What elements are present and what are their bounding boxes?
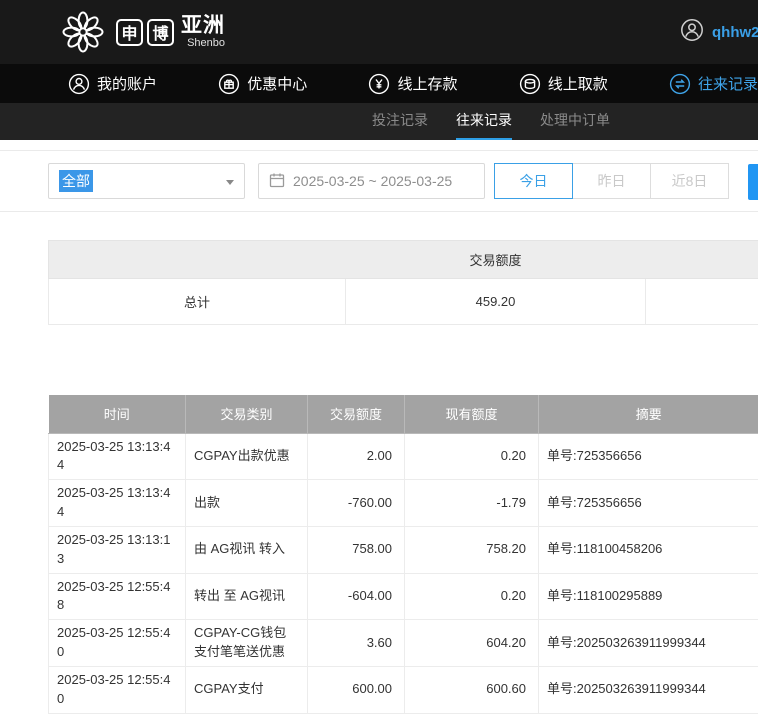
nav-item-deposit[interactable]: 线上存款: [368, 73, 457, 95]
tab-betting-records[interactable]: 投注记录: [372, 103, 428, 140]
main-nav: 我的账户 优惠中心 线上存款 线上取款: [0, 64, 758, 103]
summary-total-label: 总计: [49, 279, 346, 325]
date-range-value: 2025-03-25 ~ 2025-03-25: [293, 173, 452, 189]
nav-label: 优惠中心: [247, 73, 307, 94]
table-row: 2025-03-25 13:13:44 CGPAY出款优惠 2.00 0.20 …: [49, 433, 758, 480]
gift-icon: [218, 73, 240, 95]
cell-balance: 604.20: [405, 620, 539, 667]
col-header-amount: 交易额度: [308, 395, 405, 433]
col-header-balance: 现有额度: [405, 395, 539, 433]
cell-note: 单号:118100458206: [539, 526, 758, 573]
cell-balance: 0.20: [405, 433, 539, 480]
cell-time: 2025-03-25 13:13:44: [49, 433, 186, 480]
withdraw-icon: [519, 73, 541, 95]
avatar-icon: [680, 18, 704, 47]
user-icon: [68, 73, 90, 95]
nav-label: 线上取款: [548, 73, 608, 94]
nav-item-promotions[interactable]: 优惠中心: [218, 73, 307, 95]
cell-type: 出款: [186, 480, 308, 527]
table-row: 2025-03-25 13:13:44 出款 -760.00 -1.79 单号:…: [49, 480, 758, 527]
brand-region-en: Shenbo: [181, 38, 225, 49]
table-row: 2025-03-25 12:55:48 转出 至 AG视讯 -604.00 0.…: [49, 573, 758, 620]
cell-balance: 600.60: [405, 666, 539, 713]
cell-amount: 2.00: [308, 433, 405, 480]
cell-time: 2025-03-25 12:55:48: [49, 573, 186, 620]
col-header-type: 交易类别: [186, 395, 308, 433]
cell-note: 单号:725356656: [539, 480, 758, 527]
table-row: 2025-03-25 12:55:40 CGPAY支付 600.00 600.6…: [49, 666, 758, 713]
cell-balance: 0.20: [405, 573, 539, 620]
brand-char-1: 申: [116, 19, 143, 46]
username[interactable]: qhhw2: [712, 24, 758, 41]
summary-row: 总计 459.20: [49, 279, 758, 325]
deposit-icon: [368, 73, 390, 95]
cell-note: 单号:202503263911999344: [539, 620, 758, 667]
tab-pending-orders[interactable]: 处理中订单: [540, 103, 610, 140]
col-header-note: 摘要: [539, 395, 758, 433]
date-range-input[interactable]: 2025-03-25 ~ 2025-03-25: [258, 163, 485, 199]
nav-label: 我的账户: [97, 73, 157, 94]
nav-label: 往来记录: [698, 73, 758, 94]
quick-date-buttons: 今日 昨日 近8日: [494, 163, 729, 199]
calendar-icon: [269, 172, 285, 191]
nav-item-my-account[interactable]: 我的账户: [68, 73, 157, 95]
cell-amount: -604.00: [308, 573, 405, 620]
cell-balance: -1.79: [405, 480, 539, 527]
cell-note: 单号:202503263911999344: [539, 666, 758, 713]
cell-type: 由 AG视讯 转入: [186, 526, 308, 573]
records-table: 时间 交易类别 交易额度 现有额度 摘要 2025-03-25 13:13:44…: [48, 395, 758, 714]
summary-table: 交易额度 总计 459.20: [48, 240, 758, 325]
flower-logo-icon: [60, 9, 106, 55]
nav-item-transaction-records[interactable]: 往来记录: [669, 73, 758, 95]
cell-balance: 758.20: [405, 526, 539, 573]
cell-time: 2025-03-25 13:13:44: [49, 480, 186, 527]
brand-logo[interactable]: 申 博 亚洲 Shenbo: [60, 9, 225, 55]
records-icon: [669, 73, 691, 95]
today-button[interactable]: 今日: [494, 163, 573, 199]
user-area[interactable]: qhhw2: [680, 0, 758, 64]
nav-label: 线上存款: [397, 73, 457, 94]
yesterday-button[interactable]: 昨日: [572, 163, 651, 199]
cell-type: CGPAY支付: [186, 666, 308, 713]
table-row: 2025-03-25 13:13:13 由 AG视讯 转入 758.00 758…: [49, 526, 758, 573]
subnav-bar: 投注记录 往来记录 处理中订单: [0, 103, 758, 140]
cell-time: 2025-03-25 13:13:13: [49, 526, 186, 573]
records-header-row: 时间 交易类别 交易额度 现有额度 摘要: [49, 395, 758, 433]
summary-total-value: 459.20: [346, 279, 646, 325]
table-row: 2025-03-25 12:55:40 CGPAY-CG钱包支付笔笔送优惠 3.…: [49, 620, 758, 667]
cell-note: 单号:725356656: [539, 433, 758, 480]
brand-region-zh: 亚洲: [181, 15, 225, 36]
brand-char-2: 博: [147, 19, 174, 46]
chevron-down-icon: [226, 180, 234, 185]
last-8-days-button[interactable]: 近8日: [650, 163, 729, 199]
filter-bar: 全部 2025-03-25 ~ 2025-03-25 今日 昨日 近8日: [0, 150, 758, 212]
summary-empty-cell: [646, 279, 758, 325]
cell-type: CGPAY-CG钱包支付笔笔送优惠: [186, 620, 308, 667]
cell-time: 2025-03-25 12:55:40: [49, 666, 186, 713]
type-select[interactable]: 全部: [48, 163, 245, 199]
nav-item-withdraw[interactable]: 线上取款: [519, 73, 608, 95]
tab-transaction-records[interactable]: 往来记录: [456, 103, 512, 140]
cell-time: 2025-03-25 12:55:40: [49, 620, 186, 667]
cell-note: 单号:118100295889: [539, 573, 758, 620]
cell-amount: 600.00: [308, 666, 405, 713]
col-header-time: 时间: [49, 395, 186, 433]
cell-type: 转出 至 AG视讯: [186, 573, 308, 620]
brand-region: 亚洲 Shenbo: [181, 15, 225, 49]
top-header: 申 博 亚洲 Shenbo qhhw2: [0, 0, 758, 64]
transaction-records-page: { "colors": { "accent": "#3aa0e6", "head…: [0, 0, 758, 649]
type-select-value: 全部: [59, 170, 93, 192]
cell-type: CGPAY出款优惠: [186, 433, 308, 480]
cell-amount: -760.00: [308, 480, 405, 527]
search-button[interactable]: [748, 164, 758, 200]
cell-amount: 3.60: [308, 620, 405, 667]
summary-header: 交易额度: [49, 241, 758, 279]
cell-amount: 758.00: [308, 526, 405, 573]
